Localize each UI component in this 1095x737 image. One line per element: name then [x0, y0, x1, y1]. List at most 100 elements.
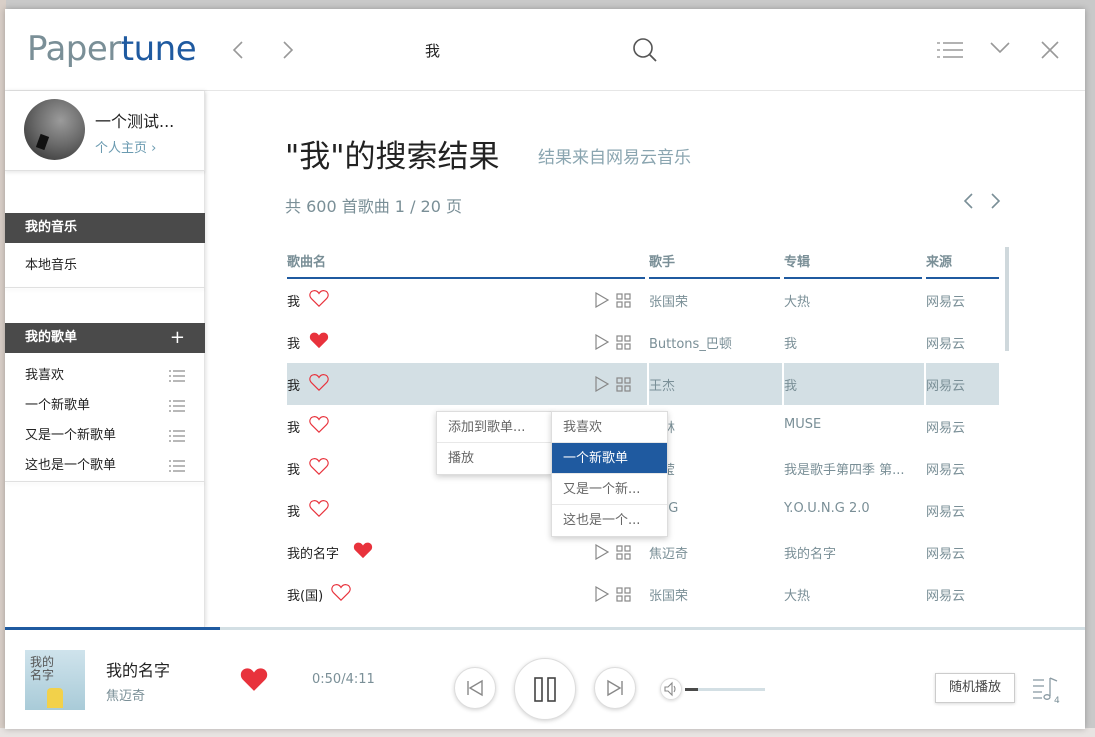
chevron-left-icon [963, 193, 973, 209]
table-row[interactable]: 我王杰我网易云 [287, 363, 999, 405]
table-row[interactable]: 我 张国荣 大热 网易云 [287, 279, 999, 321]
play-icon[interactable] [594, 544, 610, 560]
album-name[interactable]: 大热 [784, 585, 914, 604]
artist-name[interactable]: 张国荣 [649, 585, 688, 604]
menu-item-add-to-playlist[interactable]: 添加到歌单... [437, 412, 552, 443]
heart-outline-icon[interactable] [309, 457, 329, 475]
song-name: 我 [287, 421, 301, 436]
sidebar-item-playlist[interactable]: 又是一个新歌单 [5, 421, 205, 451]
song-name: 我 [287, 463, 301, 478]
table-row[interactable]: 我(国) 张国荣 大热 网易云 [287, 573, 999, 615]
heart-filled-icon[interactable] [309, 331, 329, 349]
song-name: 我 [287, 295, 301, 310]
grid-icon[interactable] [616, 335, 631, 350]
app-logo: Papertune [27, 29, 197, 69]
results-scrollbar[interactable] [1005, 247, 1009, 351]
heart-outline-icon[interactable] [309, 289, 329, 307]
add-playlist-button[interactable]: + [170, 323, 185, 353]
profile-card[interactable]: 一个测试... 个人主页 › [5, 91, 205, 171]
column-header-source[interactable]: 来源 [926, 251, 999, 279]
album-name[interactable]: 大热 [784, 291, 914, 310]
heart-outline-icon[interactable] [309, 499, 329, 517]
like-button[interactable] [239, 666, 269, 692]
grid-icon[interactable] [616, 293, 631, 308]
volume-icon [664, 681, 676, 697]
my-playlists-label: 我的歌单 [25, 330, 78, 345]
heart-outline-icon[interactable] [309, 373, 329, 391]
search-button[interactable] [631, 36, 659, 64]
table-row[interactable]: 我 Buttons_巴顿我网易云 [287, 321, 999, 363]
previous-track-button[interactable] [454, 667, 496, 709]
grid-icon[interactable] [616, 587, 631, 602]
now-playing-artist[interactable]: 焦迈奇 [106, 685, 145, 704]
playlist-submenu: 我喜欢 一个新歌单 又是一个新... 这也是一个... [551, 411, 668, 537]
heart-outline-icon[interactable] [331, 583, 351, 601]
sidebar-item-local-music[interactable]: 本地音乐 [5, 251, 205, 281]
next-page-button[interactable] [989, 191, 1001, 216]
heart-filled-icon[interactable] [353, 541, 373, 559]
playback-time: 0:50/4:11 [312, 672, 375, 687]
album-name[interactable]: 我 [784, 375, 914, 394]
source-name: 网易云 [926, 421, 966, 436]
album-cover[interactable]: 我的 名字 [25, 650, 85, 710]
column-header-album[interactable]: 专辑 [784, 251, 922, 279]
profile-link[interactable]: 个人主页 › [95, 137, 156, 156]
sidebar-item-playlist[interactable]: 我喜欢 [5, 361, 205, 391]
skip-forward-icon [607, 679, 623, 697]
volume-button[interactable] [660, 678, 682, 700]
search-icon [633, 38, 657, 62]
artist-name[interactable]: Buttons_巴顿 [649, 333, 732, 352]
table-row[interactable]: 我的名字 焦迈奇 我的名字 网易云 [287, 531, 999, 573]
column-header-artist[interactable]: 歌手 [649, 251, 780, 279]
search-input[interactable]: 我 [425, 40, 440, 61]
play-icon[interactable] [594, 292, 610, 308]
play-icon[interactable] [594, 586, 610, 602]
source-name: 网易云 [926, 589, 966, 604]
song-name: 我 [287, 505, 301, 520]
submenu-item-playlist[interactable]: 一个新歌单 [552, 443, 667, 474]
next-track-button[interactable] [594, 667, 636, 709]
album-name[interactable]: MUSE [784, 417, 914, 432]
artist-name[interactable]: 张国荣 [649, 291, 688, 310]
menu-item-play[interactable]: 播放 [437, 443, 552, 474]
player-bar: 我的 名字 我的名字 焦迈奇 0:50/4:11 随机播放 4 [5, 627, 1085, 729]
song-name: 我 [287, 379, 301, 394]
menu-button[interactable] [937, 41, 963, 59]
close-button[interactable] [1039, 39, 1061, 61]
artist-name[interactable]: 焦迈奇 [649, 543, 688, 562]
chevron-right-icon [991, 193, 1001, 209]
album-name[interactable]: 我的名字 [784, 543, 914, 562]
play-icon[interactable] [594, 376, 610, 392]
back-button[interactable] [231, 39, 245, 66]
minimize-button[interactable] [989, 39, 1011, 57]
page-title: "我"的搜索结果 [285, 139, 500, 175]
artist-name[interactable]: 王杰 [649, 375, 675, 394]
submenu-item-playlist[interactable]: 又是一个新... [552, 474, 667, 505]
sidebar-item-playlist[interactable]: 一个新歌单 [5, 391, 205, 421]
play-icon[interactable] [594, 334, 610, 350]
album-name[interactable]: 我是歌手第四季 第... [784, 459, 914, 478]
result-count: 共 600 首歌曲 1 / 20 页 [285, 197, 462, 216]
my-music-header: 我的音乐 [5, 213, 205, 243]
now-playing-title: 我的名字 [106, 661, 171, 680]
submenu-item-playlist[interactable]: 这也是一个... [552, 505, 667, 536]
prev-page-button[interactable] [963, 191, 975, 216]
avatar[interactable] [24, 99, 85, 160]
album-name[interactable]: Y.O.U.N.G 2.0 [784, 501, 914, 516]
playlist-list-icon [169, 400, 185, 412]
grid-icon[interactable] [616, 377, 631, 392]
grid-icon[interactable] [616, 545, 631, 560]
album-name[interactable]: 我 [784, 333, 914, 352]
pause-button[interactable] [514, 658, 576, 720]
heart-outline-icon[interactable] [309, 415, 329, 433]
submenu-item-playlist[interactable]: 我喜欢 [552, 412, 667, 443]
volume-slider[interactable] [685, 688, 765, 691]
table-header: 歌曲名 歌手 专辑 来源 [287, 241, 999, 279]
column-header-song[interactable]: 歌曲名 [287, 251, 645, 279]
playback-progress[interactable] [5, 627, 220, 630]
sidebar-item-playlist[interactable]: 这也是一个歌单 [5, 451, 205, 481]
play-mode-button[interactable]: 随机播放 [935, 673, 1015, 703]
forward-button[interactable] [281, 39, 295, 66]
context-menu: 添加到歌单... 播放 [436, 411, 553, 475]
source-name: 网易云 [926, 505, 966, 520]
